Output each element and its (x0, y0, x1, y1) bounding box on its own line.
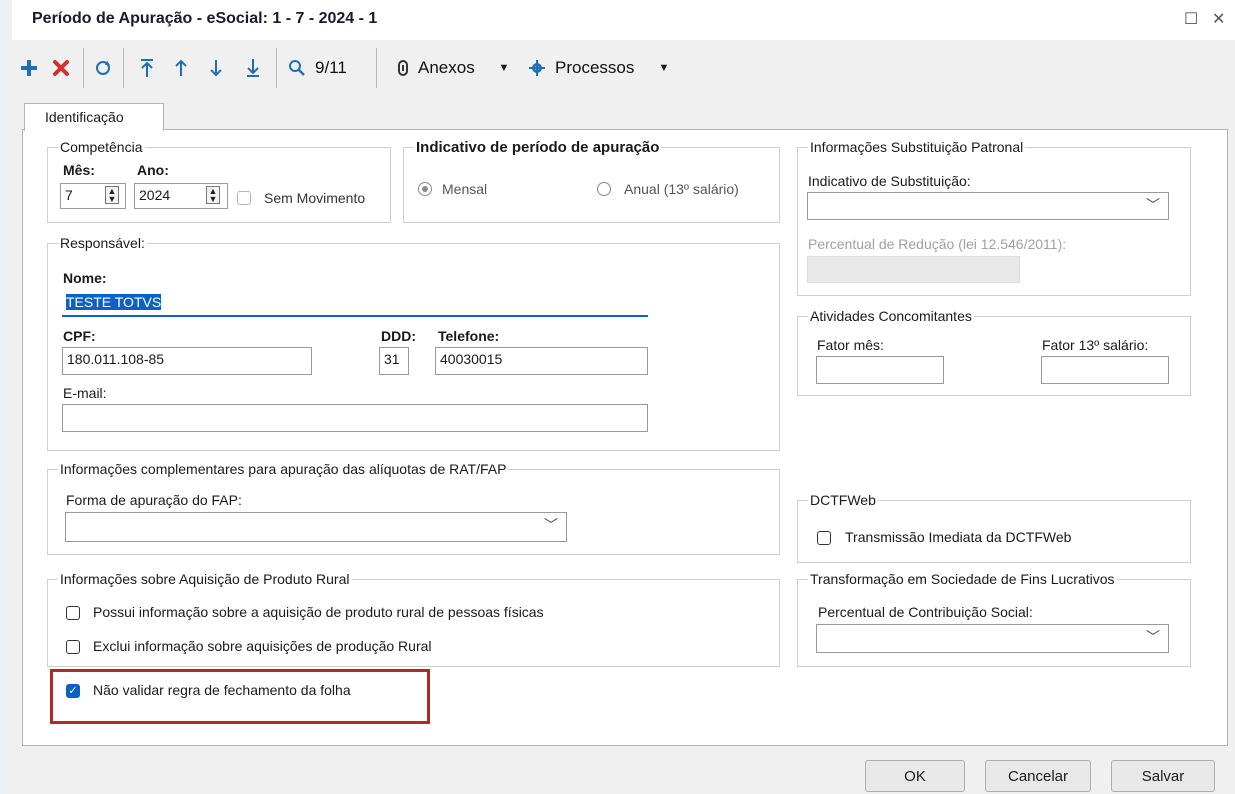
indicativo-legend: Indicativo de período de apuração (416, 139, 660, 156)
transmissao-label: Transmissão Imediata da DCTFWeb (845, 529, 1072, 545)
dctfweb-group: DCTFWeb (797, 492, 1191, 563)
email-input[interactable] (62, 404, 648, 432)
mes-label: Mês: (63, 162, 95, 178)
nome-label: Nome: (63, 270, 107, 286)
exclui-produto-rural-checkbox[interactable] (66, 640, 80, 654)
competencia-legend: Competência (60, 139, 143, 155)
exclui-produto-rural-label: Exclui informação sobre aquisições de pr… (93, 638, 432, 654)
toolbar-separator (123, 48, 124, 88)
percentual-reducao-input (807, 256, 1020, 283)
forma-fap-label: Forma de apuração do FAP: (66, 492, 242, 508)
toolbar-separator (83, 48, 84, 88)
ddd-label: DDD: (381, 328, 416, 344)
transmissao-checkbox[interactable] (817, 531, 831, 545)
percentual-contribuicao-label: Percentual de Contribuição Social: (818, 604, 1033, 620)
toolbar-separator (376, 48, 377, 88)
rat-fap-legend: Informações complementares para apuração… (60, 461, 507, 477)
cpf-value: 180.011.108-85 (67, 351, 165, 367)
atividades-legend: Atividades Concomitantes (810, 308, 972, 324)
chevron-down-icon: ﹀ (544, 517, 558, 533)
forma-fap-select[interactable]: ﹀ (65, 512, 567, 542)
dctfweb-legend: DCTFWeb (810, 492, 876, 508)
ddd-input[interactable]: 31 (379, 347, 409, 375)
anexos-menu[interactable]: Anexos (418, 54, 488, 82)
next-record-icon[interactable] (203, 54, 229, 82)
telefone-value: 40030015 (440, 351, 503, 367)
ano-spinner[interactable]: ▲ ▼ (206, 186, 220, 204)
competencia-group: Competência (47, 139, 391, 223)
chevron-down-icon: ﹀ (1146, 197, 1160, 213)
nao-validar-checkbox[interactable]: ✓ (66, 684, 80, 698)
paperclip-icon (394, 54, 412, 82)
email-label: E-mail: (63, 385, 107, 401)
possui-produto-rural-label: Possui informação sobre a aquisição de p… (93, 604, 544, 620)
percentual-reducao-label: Percentual de Redução (lei 12.546/2011): (808, 236, 1067, 252)
fator-13-label: Fator 13º salário: (1042, 337, 1149, 353)
mensal-radio[interactable] (418, 182, 432, 196)
last-record-icon[interactable] (240, 54, 266, 82)
close-icon[interactable]: ✕ (1212, 9, 1225, 29)
telefone-label: Telefone: (438, 328, 500, 344)
produto-rural-legend: Informações sobre Aquisição de Produto R… (60, 571, 350, 587)
cpf-input[interactable]: 180.011.108-85 (62, 347, 312, 375)
toolbar-separator (276, 48, 277, 88)
nome-input[interactable]: TESTE TOTVS (62, 291, 648, 317)
anual-label: Anual (13º salário) (624, 181, 739, 197)
mensal-label: Mensal (442, 181, 488, 197)
ddd-value: 31 (384, 351, 400, 367)
indicativo-substituicao-select[interactable]: ﹀ (807, 192, 1169, 220)
first-record-icon[interactable] (134, 54, 160, 82)
processos-menu[interactable]: Processos (555, 54, 650, 82)
transformacao-legend: Transformação em Sociedade de Fins Lucra… (810, 571, 1115, 587)
cpf-label: CPF: (63, 328, 96, 344)
responsavel-legend: Responsável: (60, 235, 145, 251)
anual-radio[interactable] (597, 182, 611, 196)
possui-produto-rural-checkbox[interactable] (66, 606, 80, 620)
chevron-down-icon: ﹀ (1146, 629, 1160, 645)
processos-dropdown-icon[interactable]: ▼ (656, 54, 672, 82)
nome-value: TESTE TOTVS (66, 294, 162, 310)
fator-mes-input[interactable] (816, 356, 944, 384)
tab-identificacao[interactable]: Identificação (24, 103, 164, 131)
add-icon[interactable] (16, 54, 42, 82)
sem-movimento-checkbox[interactable] (237, 191, 251, 205)
refresh-icon[interactable] (90, 54, 116, 82)
ano-label: Ano: (137, 162, 169, 178)
nao-validar-label: Não validar regra de fechamento da folha (93, 682, 351, 698)
percentual-contribuicao-select[interactable]: ﹀ (816, 624, 1169, 653)
record-counter: 9/11 (315, 58, 347, 77)
title-bar: Período de Apuração - eSocial: 1 - 7 - 2… (12, 0, 1235, 40)
salvar-button[interactable]: Salvar (1111, 760, 1215, 792)
telefone-input[interactable]: 40030015 (435, 347, 648, 375)
fator-mes-label: Fator mês: (817, 337, 884, 353)
search-icon[interactable] (284, 54, 310, 82)
anexos-dropdown-icon[interactable]: ▼ (496, 54, 512, 82)
previous-record-icon[interactable] (168, 54, 194, 82)
sem-movimento-label: Sem Movimento (264, 190, 366, 206)
window-title: Período de Apuração - eSocial: 1 - 7 - 2… (32, 10, 378, 27)
gear-icon (528, 54, 546, 82)
delete-icon[interactable] (48, 54, 74, 82)
cancelar-button[interactable]: Cancelar (985, 760, 1091, 792)
tab-label: Identificação (45, 109, 124, 125)
maximize-icon[interactable]: ☐ (1184, 9, 1198, 29)
mes-spinner[interactable]: ▲ ▼ (105, 186, 119, 204)
mes-value: 7 (65, 187, 73, 203)
ano-value: 2024 (139, 187, 171, 203)
fator-13-input[interactable] (1041, 356, 1169, 384)
substituicao-legend: Informações Substituição Patronal (810, 139, 1024, 155)
indicativo-substituicao-label: Indicativo de Substituição: (808, 173, 971, 189)
ok-button[interactable]: OK (865, 760, 965, 792)
